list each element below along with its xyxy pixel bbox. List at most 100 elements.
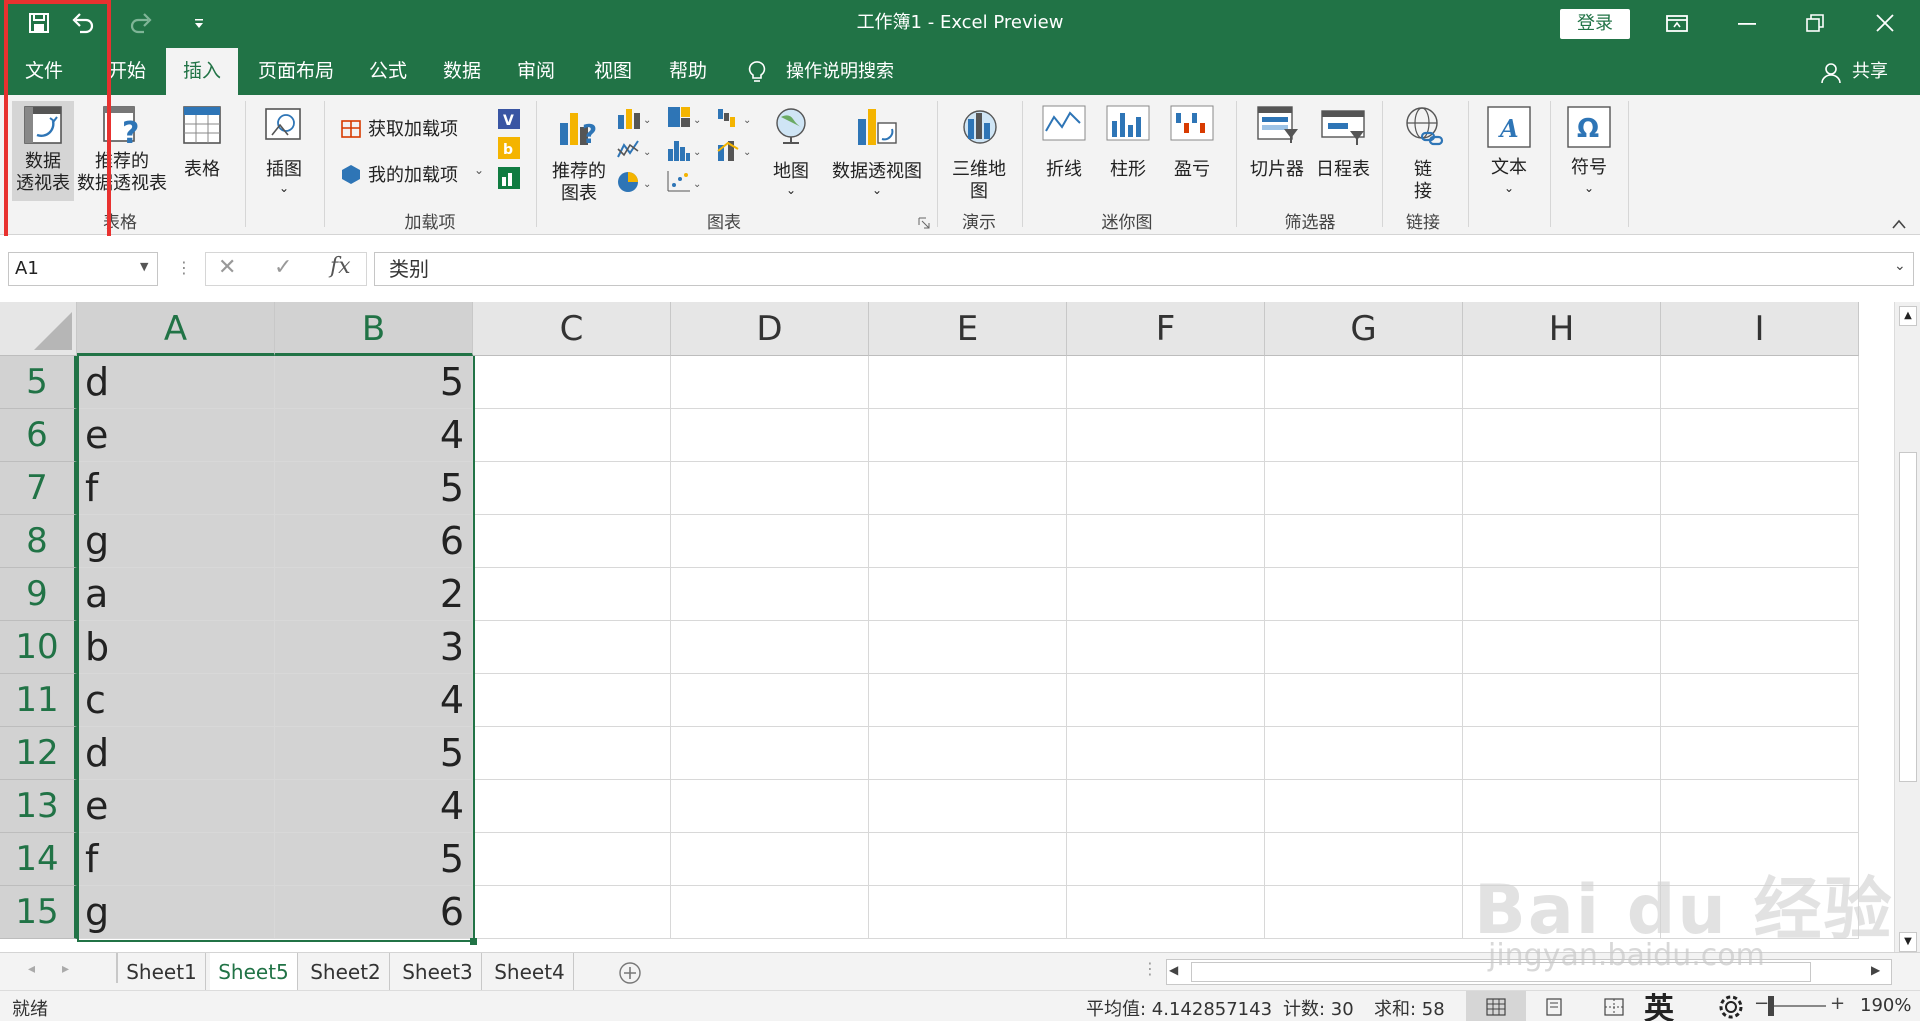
insert-function-button[interactable]: fx xyxy=(330,254,351,279)
cell-a[interactable]: b xyxy=(77,621,275,674)
row-header[interactable]: 8 xyxy=(0,515,77,568)
cell-d[interactable] xyxy=(671,462,869,515)
cell-a[interactable]: c xyxy=(77,674,275,727)
cell-h[interactable] xyxy=(1463,462,1661,515)
cell-a[interactable]: e xyxy=(77,780,275,833)
my-addins-button[interactable]: 我的加载项 xyxy=(368,161,458,187)
line-chart-icon[interactable]: ⌄ xyxy=(616,137,652,163)
tab-data[interactable]: 数据 xyxy=(430,48,494,95)
login-button[interactable]: 登录 xyxy=(1560,9,1630,39)
column-header-b[interactable]: B xyxy=(275,302,473,356)
cell-b[interactable]: 3 xyxy=(275,621,473,674)
cell-e[interactable] xyxy=(869,780,1067,833)
tab-insert[interactable]: 插入 xyxy=(166,48,238,95)
row-header[interactable]: 6 xyxy=(0,409,77,462)
tab-formulas[interactable]: 公式 xyxy=(356,48,420,95)
people-graph-icon[interactable] xyxy=(496,165,522,191)
cell-i[interactable] xyxy=(1661,462,1859,515)
sparkline-line-button[interactable]: 折线 xyxy=(1032,101,1096,201)
cell-f[interactable] xyxy=(1067,409,1265,462)
cell-h[interactable] xyxy=(1463,409,1661,462)
visio-icon[interactable]: V xyxy=(496,105,522,131)
cell-g[interactable] xyxy=(1265,515,1463,568)
tab-split-grip-icon[interactable]: ⋮ xyxy=(1142,959,1158,978)
cell-h[interactable] xyxy=(1463,780,1661,833)
cell-g[interactable] xyxy=(1265,674,1463,727)
cell-b[interactable]: 4 xyxy=(275,780,473,833)
cell-i[interactable] xyxy=(1661,674,1859,727)
enter-icon[interactable]: ✓ xyxy=(274,255,292,280)
scroll-down-icon[interactable]: ▼ xyxy=(1899,932,1917,952)
tab-help[interactable]: 帮助 xyxy=(656,48,720,95)
cell-i[interactable] xyxy=(1661,409,1859,462)
cell-e[interactable] xyxy=(869,462,1067,515)
symbols-button[interactable]: Ω 符号 ⌄ xyxy=(1556,101,1622,205)
cell-h[interactable] xyxy=(1463,515,1661,568)
cell-e[interactable] xyxy=(869,409,1067,462)
zoom-out-button[interactable]: − xyxy=(1754,993,1769,1014)
redo-icon[interactable] xyxy=(128,12,154,34)
cell-f[interactable] xyxy=(1067,515,1265,568)
cell-g[interactable] xyxy=(1265,568,1463,621)
cell-e[interactable] xyxy=(869,621,1067,674)
cell-e[interactable] xyxy=(869,568,1067,621)
cell-h[interactable] xyxy=(1463,727,1661,780)
tell-me-search[interactable]: 操作说明搜索 xyxy=(786,48,894,95)
waterfall-chart-icon[interactable]: ⌄ xyxy=(716,105,752,131)
cell-e[interactable] xyxy=(869,727,1067,780)
cell-c[interactable] xyxy=(473,568,671,621)
cell-d[interactable] xyxy=(671,780,869,833)
share-button[interactable]: 共享 xyxy=(1852,48,1888,95)
cell-d[interactable] xyxy=(671,568,869,621)
cell-f[interactable] xyxy=(1067,780,1265,833)
cell-c[interactable] xyxy=(473,409,671,462)
zoom-level[interactable]: 190% xyxy=(1860,995,1911,1016)
cell-g[interactable] xyxy=(1265,356,1463,409)
scroll-right-icon[interactable]: ▶ xyxy=(1871,963,1880,977)
cell-h[interactable] xyxy=(1463,356,1661,409)
cell-i[interactable] xyxy=(1661,356,1859,409)
recommended-charts-button[interactable]: ? 推荐的 图表 xyxy=(544,101,614,205)
cell-g[interactable] xyxy=(1265,621,1463,674)
column-header-d[interactable]: D xyxy=(671,302,869,356)
cell-a[interactable]: f xyxy=(77,462,275,515)
name-box[interactable]: A1 xyxy=(8,252,158,286)
cell-i[interactable] xyxy=(1661,515,1859,568)
cell-d[interactable] xyxy=(671,886,869,939)
illustrations-button[interactable]: 插图 ⌄ xyxy=(254,101,314,201)
zoom-in-button[interactable]: + xyxy=(1830,993,1845,1014)
column-header-f[interactable]: F xyxy=(1067,302,1265,356)
row-header[interactable]: 11 xyxy=(0,674,77,727)
sheet-tab-sheet1[interactable]: Sheet1 xyxy=(118,953,206,993)
cell-e[interactable] xyxy=(869,886,1067,939)
dialog-launcher-icon[interactable] xyxy=(918,217,930,229)
cell-a[interactable]: e xyxy=(77,409,275,462)
vertical-scroll-thumb[interactable] xyxy=(1899,452,1917,782)
row-header[interactable]: 7 xyxy=(0,462,77,515)
cell-c[interactable] xyxy=(473,674,671,727)
sparkline-winloss-button[interactable]: 盈亏 xyxy=(1160,101,1224,201)
cell-i[interactable] xyxy=(1661,780,1859,833)
cell-d[interactable] xyxy=(671,356,869,409)
cell-c[interactable] xyxy=(473,833,671,886)
cell-i[interactable] xyxy=(1661,568,1859,621)
prev-sheet-icon[interactable]: ◂ xyxy=(28,961,35,977)
restore-icon[interactable] xyxy=(1806,14,1824,32)
cell-f[interactable] xyxy=(1067,833,1265,886)
zoom-slider-track[interactable] xyxy=(1772,1005,1826,1007)
row-header[interactable]: 9 xyxy=(0,568,77,621)
cell-f[interactable] xyxy=(1067,886,1265,939)
ribbon-display-options-icon[interactable] xyxy=(1666,13,1688,33)
name-box-dropdown-icon[interactable]: ▼ xyxy=(140,260,148,273)
column-header-g[interactable]: G xyxy=(1265,302,1463,356)
cell-a[interactable]: g xyxy=(77,515,275,568)
cell-b[interactable]: 5 xyxy=(275,727,473,780)
row-header[interactable]: 12 xyxy=(0,727,77,780)
scatter-chart-icon[interactable]: ⌄ xyxy=(666,169,702,195)
cell-g[interactable] xyxy=(1265,409,1463,462)
column-header-h[interactable]: H xyxy=(1463,302,1661,356)
my-addins-dropdown-icon[interactable]: ⌄ xyxy=(474,163,484,177)
cell-e[interactable] xyxy=(869,356,1067,409)
cell-d[interactable] xyxy=(671,621,869,674)
cell-c[interactable] xyxy=(473,515,671,568)
